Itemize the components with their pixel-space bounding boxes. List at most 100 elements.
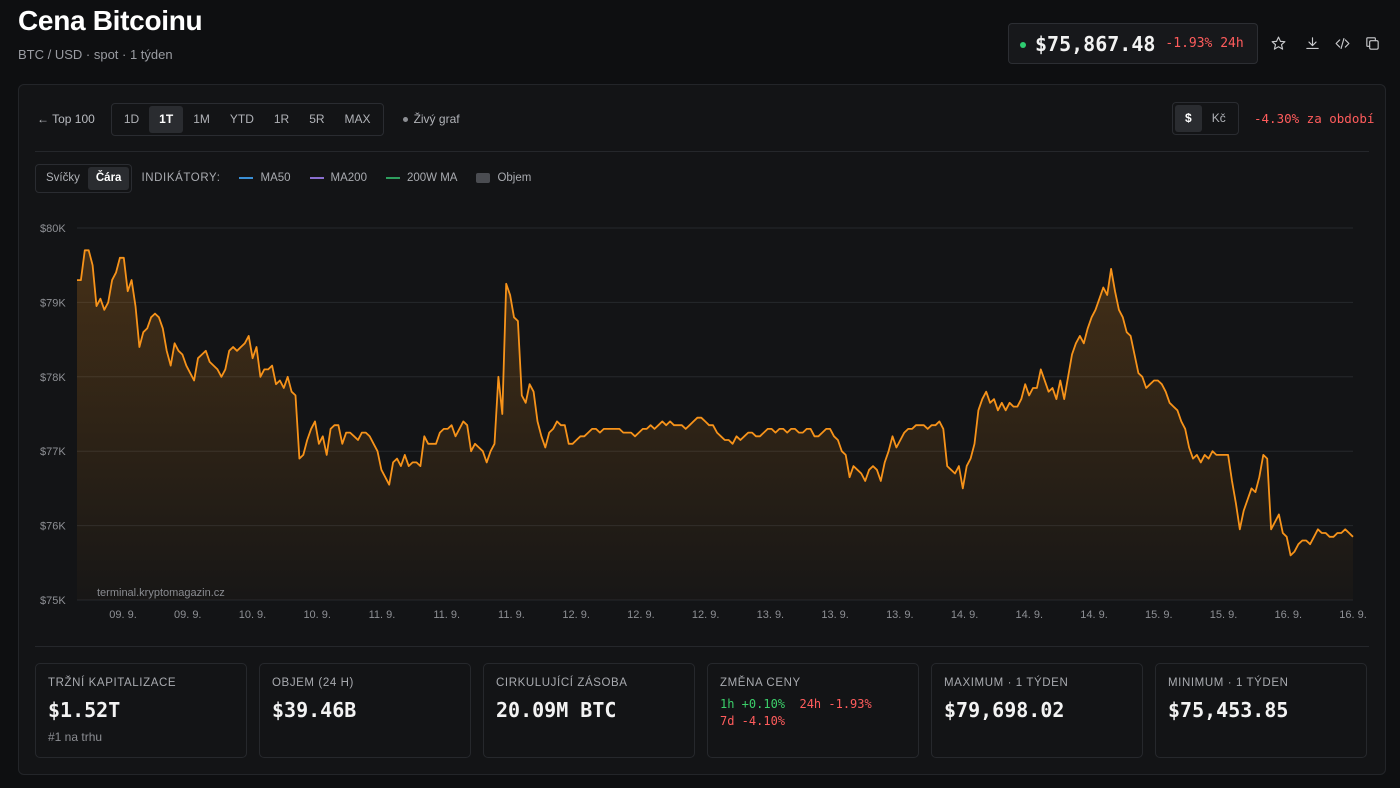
stat-label: MINIMUM · 1 TÝDEN [1168,677,1289,689]
stat-sub: #1 na trhu [48,730,103,744]
x-tick-label: 14. 9. [951,609,979,621]
x-tick-label: 09. 9. [174,609,202,621]
stat-value: $75,453.85 [1168,698,1289,722]
x-tick-label: 15. 9. [1145,609,1173,621]
volume-swatch-icon [476,173,491,183]
live-graph-label: Živý graf [413,112,460,126]
stat-label: MAXIMUM · 1 TÝDEN [944,677,1069,689]
change-24h: 24h -1.93% [799,697,872,711]
indicator-ma200-label: MA200 [330,172,367,184]
stat-label: TRŽNÍ KAPITALIZACE [48,677,177,689]
y-tick-label: $76K [40,521,66,533]
stat-volume-24h: OBJEM (24 H) $39.46B [259,663,471,758]
stat-label: ZMĚNA CENY [720,677,801,689]
copy-button[interactable] [1362,33,1382,53]
period-change: -4.30% za období [1254,111,1375,126]
range-ytd[interactable]: YTD [220,106,264,133]
stat-value: $39.46B [272,698,357,722]
stat-label: CIRKULUJÍCÍ ZÁSOBA [496,677,628,689]
x-tick-label: 12. 9. [562,609,590,621]
chart-panel: ← Top 100 1D 1T 1M YTD 1R 5R MAX Živý gr… [18,84,1386,775]
x-tick-label: 09. 9. [109,609,137,621]
price-change-24h: -1.93% 24h [1165,36,1244,51]
x-tick-label: 11. 9. [369,609,396,621]
range-1m[interactable]: 1M [183,106,220,133]
indicators-label: INDIKÁTORY: [141,172,221,184]
download-icon [1305,36,1319,49]
change-7d: 7d -4.10% [720,714,786,728]
range-1t[interactable]: 1T [149,105,184,133]
mode-candles[interactable]: Svíčky [38,167,88,190]
indicator-ma50[interactable]: MA50 [239,172,291,184]
indicator-200w-ma-label: 200W MA [406,172,458,184]
x-tick-label: 13. 9. [757,609,785,621]
indicator-ma50-label: MA50 [260,172,291,184]
x-tick-label: 13. 9. [821,609,849,621]
embed-button[interactable] [1332,33,1352,53]
favorite-button[interactable] [1268,33,1288,53]
stat-circulating-supply: CIRKULUJÍCÍ ZÁSOBA 20.09M BTC [483,663,695,758]
x-tick-label: 16. 9. [1339,609,1367,621]
page-title: Cena Bitcoinu [18,5,203,36]
y-tick-label: $75K [40,595,66,607]
change-1h: 1h +0.10% [720,697,786,711]
code-icon [1335,37,1349,49]
range-1r[interactable]: 1R [264,106,299,133]
stats-row: TRŽNÍ KAPITALIZACE $1.52T #1 na trhu OBJ… [35,663,1367,758]
x-tick-label: 16. 9. [1274,609,1302,621]
currency-czk[interactable]: Kč [1202,105,1236,132]
y-tick-label: $80K [40,223,66,235]
y-tick-label: $77K [40,446,66,458]
back-to-top100-link[interactable]: ← Top 100 [37,112,95,126]
range-1d[interactable]: 1D [114,106,149,133]
x-tick-label: 10. 9. [239,609,267,621]
x-tick-label: 12. 9. [627,609,655,621]
chart-mode-selector: Svíčky Čára [35,163,133,193]
chart-watermark: terminal.kryptomagazin.cz [97,587,225,599]
ma50-swatch-icon [239,177,254,179]
price-change-list: 1h +0.10% 24h -1.93% 7d -4.10% [720,696,906,730]
currency-usd[interactable]: $ [1175,105,1202,132]
x-tick-label: 14. 9. [1016,609,1044,621]
range-toolbar: ← Top 100 1D 1T 1M YTD 1R 5R MAX Živý gr… [37,102,460,136]
live-graph-toggle[interactable]: Živý graf [402,112,460,126]
indicator-200w-ma[interactable]: 200W MA [385,172,458,184]
chart-toolbar: Svíčky Čára INDIKÁTORY: MA50 MA200 200W … [35,163,531,193]
x-tick-label: 12. 9. [692,609,720,621]
page-subtitle: BTC / USD · spot · 1 týden [18,47,173,62]
stat-label: OBJEM (24 H) [272,677,354,689]
mode-line[interactable]: Čára [87,166,130,190]
x-tick-label: 13. 9. [886,609,914,621]
y-tick-label: $78K [40,372,66,384]
price-chart[interactable]: $80K $79K $78K $77K $76K $75K terminal.kryptom… [19,205,1385,625]
ma200-swatch-icon [309,177,324,179]
x-tick-label: 15. 9. [1210,609,1238,621]
range-selector: 1D 1T 1M YTD 1R 5R MAX [110,102,384,136]
range-max[interactable]: MAX [335,106,381,133]
stat-price-change: ZMĚNA CENY 1h +0.10% 24h -1.93% 7d -4.10… [707,663,919,758]
stats-divider [35,646,1369,647]
indicator-volume-label: Objem [497,172,532,184]
x-tick-label: 11. 9. [498,609,525,621]
price-chart-svg[interactable]: $80K $79K $78K $77K $76K $75K terminal.kryptom… [19,205,1385,625]
ma200w-swatch-icon [385,177,400,179]
stat-value: $79,698.02 [944,698,1065,722]
range-5r[interactable]: 5R [299,106,334,133]
stat-value: 20.09M BTC [496,698,617,722]
stat-value: $1.52T [48,698,121,722]
toolbar-divider [35,151,1369,152]
live-price-box: $75,867.48 -1.93% 24h [1008,23,1258,64]
copy-icon [1365,36,1379,50]
indicator-volume[interactable]: Objem [476,172,531,184]
x-tick-label: 10. 9. [303,609,331,621]
stat-week-low: MINIMUM · 1 TÝDEN $75,453.85 [1155,663,1367,758]
x-tick-label: 14. 9. [1080,609,1108,621]
download-button[interactable] [1302,33,1322,53]
star-icon [1271,36,1285,50]
currency-selector: $ Kč [1172,102,1239,135]
current-price: $75,867.48 [1035,31,1156,56]
live-status-dot-icon [1020,41,1026,48]
live-dot-icon [402,116,408,122]
indicator-ma200[interactable]: MA200 [309,172,367,184]
stat-week-high: MAXIMUM · 1 TÝDEN $79,698.02 [931,663,1143,758]
